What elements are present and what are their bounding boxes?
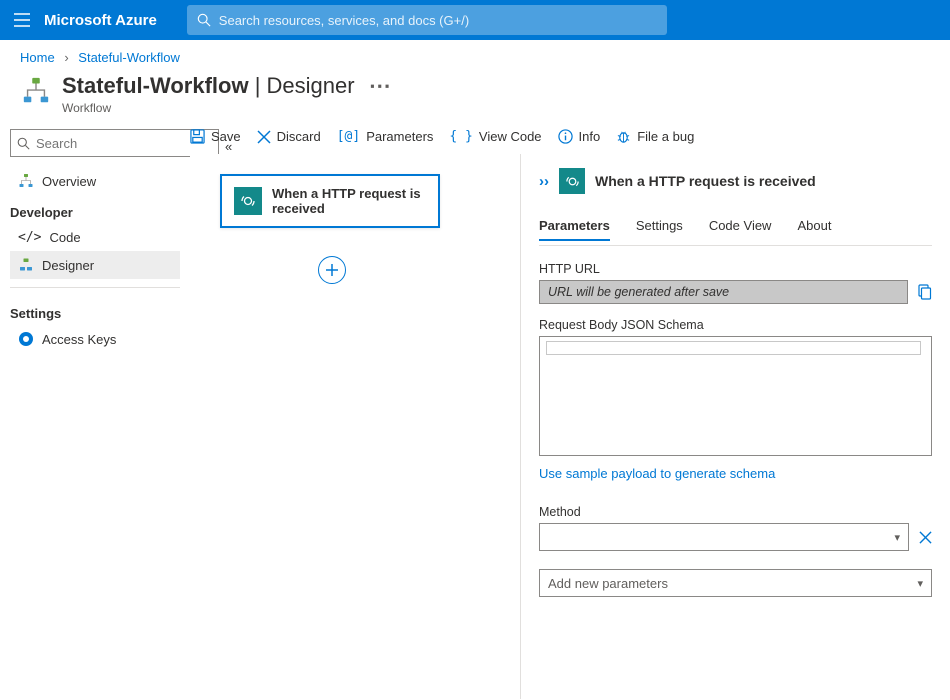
chevron-down-icon: ▾ — [894, 531, 900, 544]
code-icon: </> — [18, 230, 41, 245]
details-panel: ›› When a HTTP request is received Param… — [520, 154, 950, 699]
view-code-button[interactable]: { } View Code — [449, 129, 541, 144]
page-title-section: Designer — [267, 73, 355, 98]
schema-inner-line — [546, 341, 921, 355]
discard-label: Discard — [277, 129, 321, 144]
sidebar-heading-settings: Settings — [10, 296, 180, 325]
add-parameters-placeholder: Add new parameters — [548, 576, 668, 591]
add-step-button[interactable] — [318, 256, 346, 284]
page-subtitle: Workflow — [62, 101, 391, 115]
braces-icon: { } — [449, 129, 472, 144]
http-url-field: URL will be generated after save — [539, 280, 908, 304]
sidebar-search[interactable] — [10, 129, 219, 157]
method-select[interactable]: ▾ — [539, 523, 909, 551]
tab-underline — [539, 245, 932, 246]
schema-textarea[interactable] — [539, 336, 932, 456]
close-icon — [919, 531, 932, 544]
tab-about[interactable]: About — [797, 212, 831, 241]
sidebar-item-access-keys[interactable]: Access Keys — [10, 325, 180, 353]
discard-icon — [257, 130, 271, 144]
file-bug-label: File a bug — [637, 129, 694, 144]
parameters-icon: [@] — [337, 129, 360, 144]
main-content: Save Discard [@] Parameters { } View Cod… — [190, 129, 950, 699]
page-title-name: Stateful-Workflow — [62, 73, 249, 98]
http-trigger-icon — [559, 168, 585, 194]
breadcrumb-separator: › — [64, 50, 68, 65]
breadcrumb-current[interactable]: Stateful-Workflow — [78, 50, 180, 65]
sidebar-item-code[interactable]: </> Code — [10, 224, 180, 251]
panel-title: When a HTTP request is received — [595, 173, 816, 189]
save-icon — [190, 129, 205, 144]
brand-label: Microsoft Azure — [44, 12, 157, 29]
info-icon — [558, 129, 573, 144]
page-title-bar: Stateful-Workflow | Designer ⋯ Workflow — [0, 71, 950, 129]
workflow-icon — [20, 75, 52, 107]
trigger-node[interactable]: When a HTTP request is received — [220, 174, 440, 228]
sidebar-item-label: Access Keys — [42, 332, 116, 347]
file-bug-button[interactable]: File a bug — [616, 129, 694, 144]
save-button[interactable]: Save — [190, 129, 241, 144]
global-search[interactable] — [187, 5, 667, 35]
http-trigger-icon — [234, 187, 262, 215]
discard-button[interactable]: Discard — [257, 129, 321, 144]
overview-icon — [18, 173, 34, 189]
sidebar-divider — [10, 287, 180, 288]
method-label: Method — [539, 505, 932, 519]
sidebar-heading-developer: Developer — [10, 195, 180, 224]
global-search-input[interactable] — [219, 13, 657, 28]
sidebar: « Overview Developer </> Code Designer — [0, 129, 190, 699]
plus-icon — [325, 263, 339, 277]
http-url-label: HTTP URL — [539, 262, 932, 276]
search-icon — [197, 13, 211, 27]
designer-toolbar: Save Discard [@] Parameters { } View Cod… — [190, 129, 950, 154]
designer-canvas[interactable]: When a HTTP request is received — [190, 154, 520, 699]
sidebar-search-input[interactable] — [30, 136, 212, 151]
key-icon — [18, 331, 34, 347]
info-button[interactable]: Info — [558, 129, 601, 144]
sidebar-item-label: Code — [49, 230, 80, 245]
azure-top-bar: Microsoft Azure — [0, 0, 950, 40]
save-label: Save — [211, 129, 241, 144]
title-more-button[interactable]: ⋯ — [369, 73, 391, 98]
parameters-label: Parameters — [366, 129, 433, 144]
search-icon — [17, 137, 30, 150]
sidebar-item-label: Overview — [42, 174, 96, 189]
tab-parameters[interactable]: Parameters — [539, 212, 610, 241]
page-title: Stateful-Workflow | Designer ⋯ — [62, 73, 391, 99]
tab-code-view[interactable]: Code View — [709, 212, 772, 241]
designer-icon — [18, 257, 34, 273]
add-parameters-select[interactable]: Add new parameters ▾ — [539, 569, 932, 597]
panel-collapse-button[interactable]: ›› — [539, 173, 549, 190]
breadcrumb-home[interactable]: Home — [20, 50, 55, 65]
sidebar-item-overview[interactable]: Overview — [10, 167, 180, 195]
chevron-down-icon: ▾ — [917, 577, 923, 590]
hamburger-menu-icon[interactable] — [10, 8, 34, 32]
view-code-label: View Code — [479, 129, 542, 144]
breadcrumb: Home › Stateful-Workflow — [0, 40, 950, 71]
sidebar-item-label: Designer — [42, 258, 94, 273]
sidebar-item-designer[interactable]: Designer — [10, 251, 180, 279]
bug-icon — [616, 129, 631, 144]
trigger-node-label: When a HTTP request is received — [272, 186, 426, 216]
panel-tabs: Parameters Settings Code View About — [539, 212, 932, 241]
info-label: Info — [579, 129, 601, 144]
parameters-button[interactable]: [@] Parameters — [337, 129, 434, 144]
sample-payload-link[interactable]: Use sample payload to generate schema — [539, 466, 932, 481]
tab-settings[interactable]: Settings — [636, 212, 683, 241]
clear-method-button[interactable] — [919, 531, 932, 544]
schema-label: Request Body JSON Schema — [539, 318, 932, 332]
copy-icon — [916, 284, 932, 300]
copy-url-button[interactable] — [916, 284, 932, 300]
